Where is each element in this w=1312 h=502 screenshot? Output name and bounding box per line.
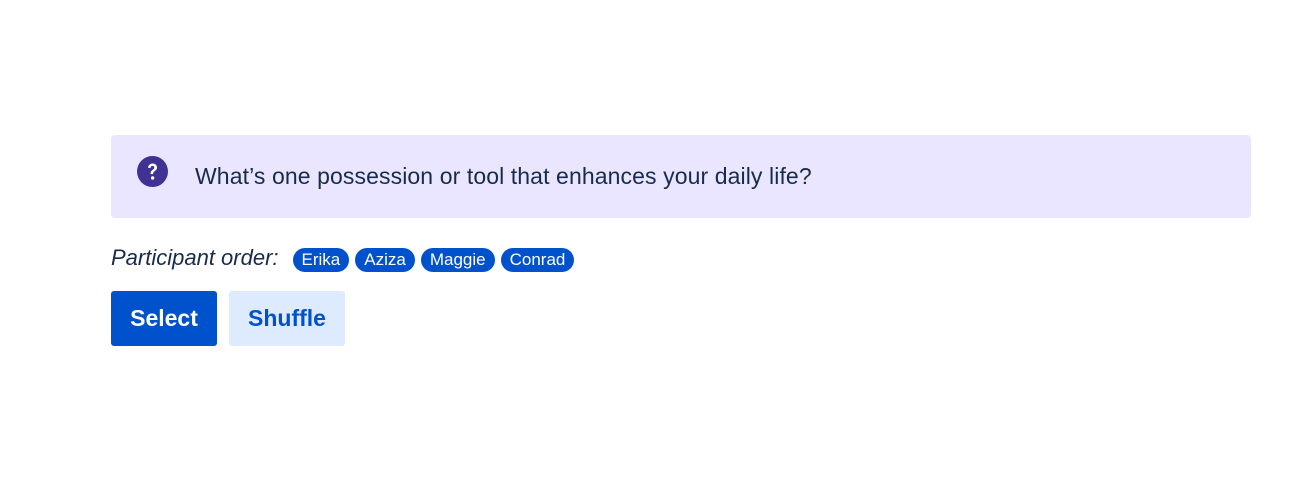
action-buttons: Select Shuffle: [111, 291, 1251, 346]
participant-order-label: Participant order:: [111, 245, 279, 270]
question-text: What’s one possession or tool that enhan…: [195, 163, 812, 189]
participant-order-row: Participant order: Erika Aziza Maggie Co…: [111, 242, 1251, 274]
participant-chip: Erika: [292, 248, 350, 272]
participant-chip: Maggie: [420, 248, 495, 272]
participant-chip: Aziza: [355, 248, 415, 272]
shuffle-button[interactable]: Shuffle: [229, 291, 345, 346]
select-button[interactable]: Select: [111, 291, 217, 346]
participant-chip: Conrad: [500, 248, 575, 272]
question-circle-icon: [137, 156, 168, 187]
main-content: What’s one possession or tool that enhan…: [111, 135, 1251, 346]
question-panel: What’s one possession or tool that enhan…: [111, 135, 1251, 218]
